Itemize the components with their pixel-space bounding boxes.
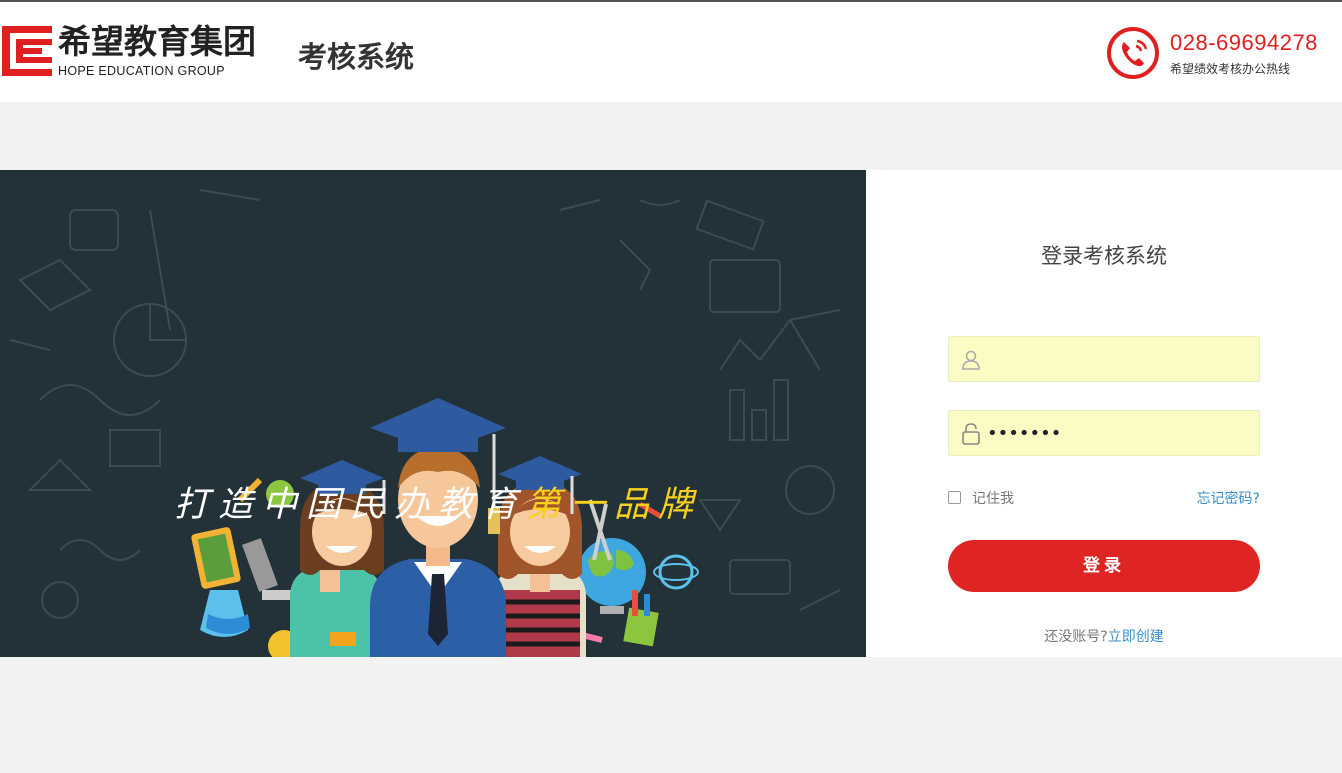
phone-circle-icon	[1107, 27, 1159, 79]
hotline-block: 028-69694278 希望绩效考核办公热线	[1106, 26, 1338, 82]
logo-english-name: HOPE EDUCATION GROUP	[58, 64, 225, 78]
hotline-label: 希望绩效考核办公热线	[1170, 62, 1291, 76]
login-button[interactable]: 登录	[948, 540, 1260, 592]
register-prompt-text: 还没账号?	[1044, 629, 1108, 645]
banner-slogan: 打造中国民办教育第一品牌	[174, 476, 702, 527]
login-panel: 登录考核系统 记住我 忘记密码? 登录 还没账号?立即创建	[866, 170, 1342, 657]
hope-education-logo[interactable]: 希望教育集团 HOPE EDUCATION GROUP	[0, 22, 272, 82]
username-input[interactable]	[987, 337, 1255, 381]
system-title: 考核系统	[298, 40, 415, 74]
password-input[interactable]	[987, 411, 1255, 455]
username-field[interactable]	[948, 336, 1260, 382]
slogan-main: 打造中国民办教育	[174, 485, 527, 525]
hope-logo-mark-icon	[2, 26, 52, 76]
slogan-highlight: 第一品牌	[526, 485, 703, 525]
hero-banner: 打造中国民办教育第一品牌	[0, 170, 866, 657]
logo-chinese-name: 希望教育集团	[58, 22, 256, 61]
password-field[interactable]	[948, 410, 1260, 456]
remember-me-label: 记住我	[972, 491, 1014, 507]
forgot-password-link[interactable]: 忘记密码?	[1197, 488, 1260, 508]
user-icon	[962, 350, 980, 370]
register-link[interactable]: 立即创建	[1108, 629, 1164, 645]
lock-icon	[962, 423, 980, 445]
register-prompt: 还没账号?立即创建	[866, 626, 1342, 646]
login-title: 登录考核系统	[1041, 244, 1167, 268]
chalkboard-illustration	[9, 189, 841, 657]
hotline-number: 028-69694278	[1170, 30, 1318, 55]
checkbox-box[interactable]	[948, 491, 961, 504]
top-header: 希望教育集团 HOPE EDUCATION GROUP 考核系统 028-696…	[0, 0, 1342, 102]
